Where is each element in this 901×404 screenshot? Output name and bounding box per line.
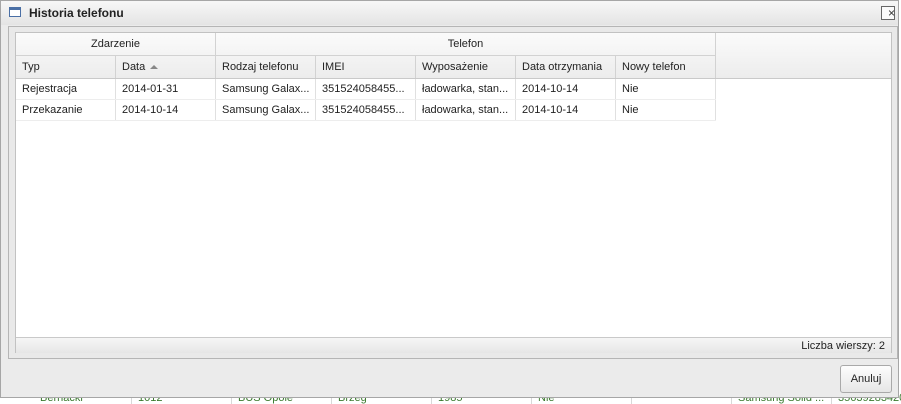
cell-equipment: ładowarka, stan... [416,79,516,99]
cell-new-phone: Nie [616,79,716,99]
cell-equipment: ładowarka, stan... [416,100,516,120]
column-header-date[interactable]: Data [116,56,216,78]
cell-date: 2014-01-31 [116,79,216,99]
window-icon [9,7,21,17]
column-header-received-date[interactable]: Data otrzymania [516,56,616,78]
column-header-imei[interactable]: IMEI [316,56,416,78]
cell-received-date: 2014-10-14 [516,100,616,120]
dialog-title: Historia telefonu [29,6,124,20]
column-header-new-phone[interactable]: Nowy telefon [616,56,716,78]
dialog-body: Zdarzenie Telefon Typ Data Rodzaj telefo… [8,26,898,359]
grid-header: Zdarzenie Telefon Typ Data Rodzaj telefo… [16,33,891,79]
cell-imei: 351524058455... [316,100,416,120]
cell-phone-model: Samsung Galax... [216,100,316,120]
cell-phone-model: Samsung Galax... [216,79,316,99]
cell-new-phone: Nie [616,100,716,120]
group-header-event: Zdarzenie [16,33,216,56]
cell-received-date: 2014-10-14 [516,79,616,99]
history-grid: Zdarzenie Telefon Typ Data Rodzaj telefo… [15,32,892,353]
cell-type: Przekazanie [16,100,116,120]
cell-date: 2014-10-14 [116,100,216,120]
table-row[interactable]: Rejestracja 2014-01-31 Samsung Galax... … [16,79,716,100]
group-header-phone: Telefon [216,33,716,56]
dialog-titlebar[interactable]: Historia telefonu × [1,1,898,25]
cancel-button[interactable]: Anuluj [840,365,892,393]
column-header-phone-model[interactable]: Rodzaj telefonu [216,56,316,78]
cell-imei: 351524058455... [316,79,416,99]
column-header-type[interactable]: Typ [16,56,116,78]
row-count-label: Liczba wierszy: 2 [801,340,885,352]
table-row[interactable]: Przekazanie 2014-10-14 Samsung Galax... … [16,100,716,121]
close-button[interactable]: × [881,6,895,20]
cell-type: Rejestracja [16,79,116,99]
phone-history-dialog: Historia telefonu × Zdarzenie Telefon Ty… [0,0,899,398]
grid-footer: Liczba wierszy: 2 [16,337,891,353]
sort-ascending-icon [150,65,159,69]
column-header-equipment[interactable]: Wyposażenie [416,56,516,78]
